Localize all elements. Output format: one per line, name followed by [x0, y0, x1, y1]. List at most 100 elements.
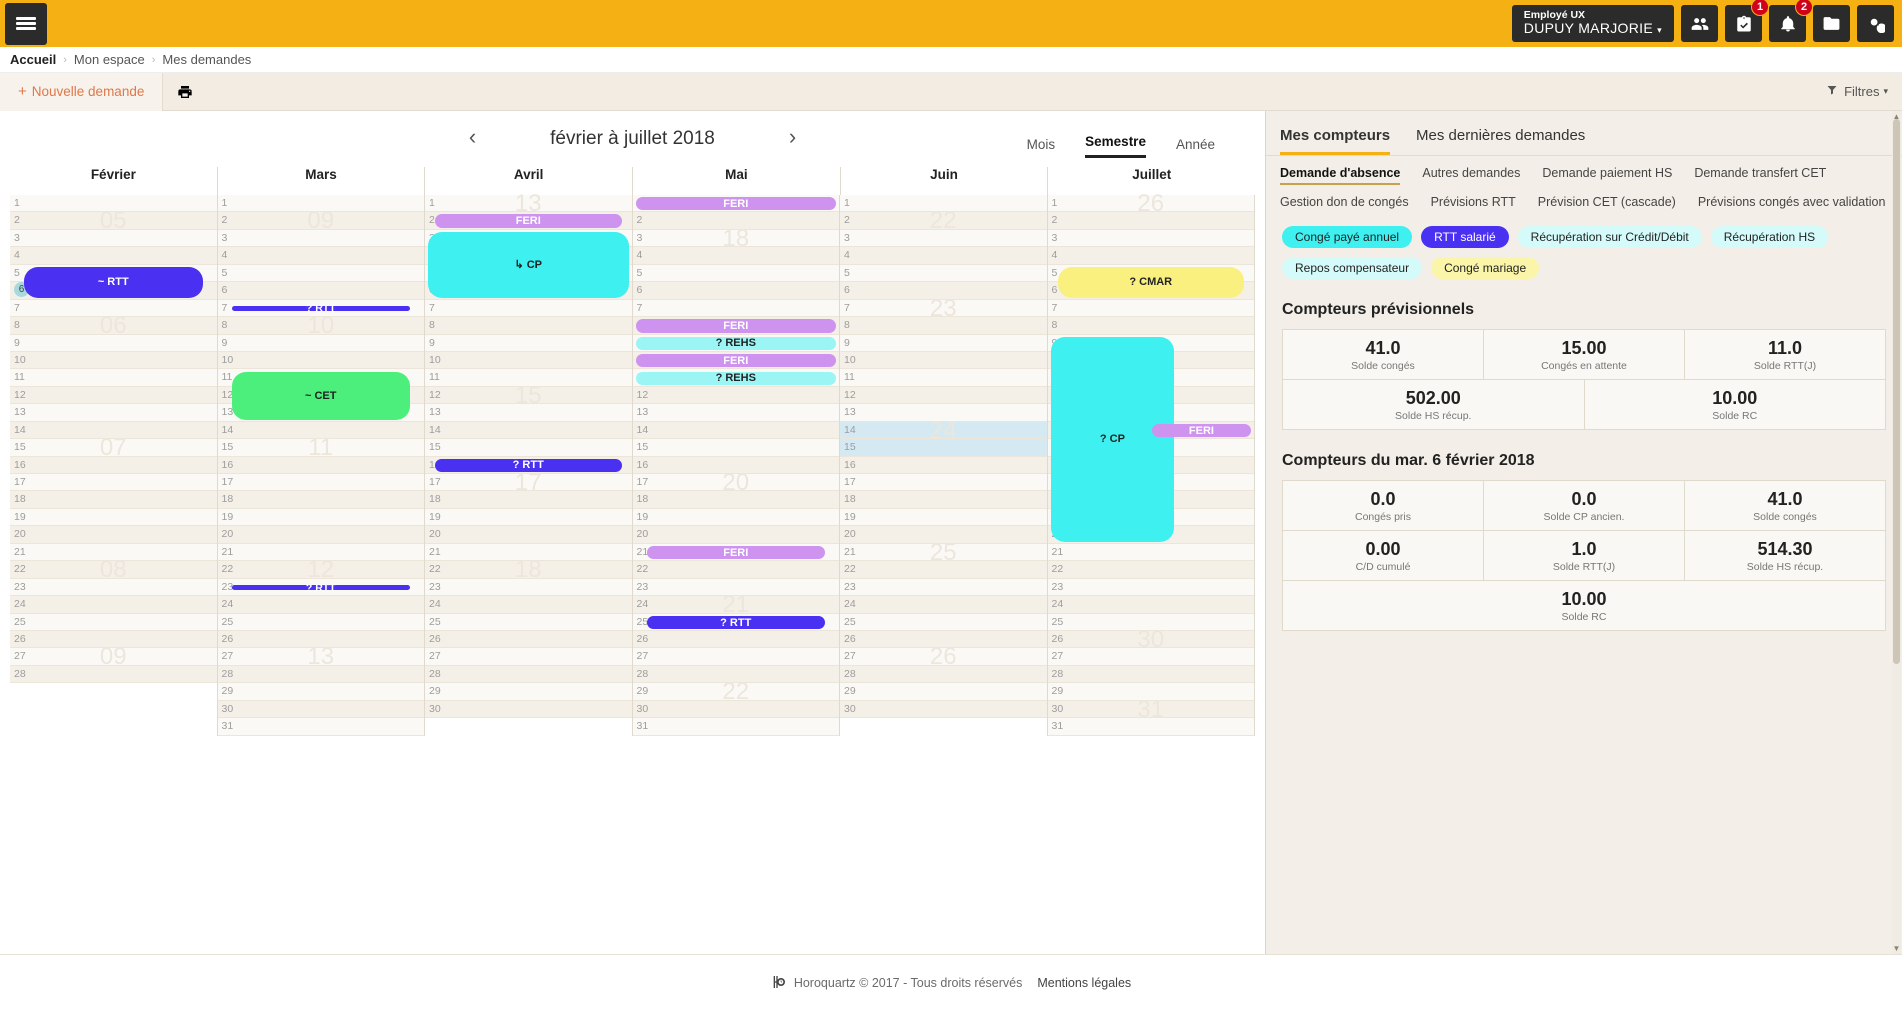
- day-cell[interactable]: 7: [633, 300, 840, 317]
- scrollbar-thumb[interactable]: [1893, 119, 1900, 664]
- day-cell[interactable]: 14: [218, 422, 425, 439]
- day-cell[interactable]: 10: [10, 352, 217, 369]
- day-cell[interactable]: 24: [840, 596, 1047, 613]
- day-cell[interactable]: 3: [218, 230, 425, 247]
- folder-icon[interactable]: [1813, 5, 1850, 42]
- day-cell[interactable]: 13: [10, 404, 217, 421]
- day-cell[interactable]: 1: [840, 195, 1047, 212]
- day-cell[interactable]: 21: [10, 544, 217, 561]
- day-cell[interactable]: 3: [10, 230, 217, 247]
- day-cell[interactable]: 1511: [218, 439, 425, 456]
- day-cell[interactable]: 5: [840, 265, 1047, 282]
- day-cell[interactable]: 20: [218, 526, 425, 543]
- day-cell[interactable]: 26: [425, 631, 632, 648]
- clipboard-check-icon[interactable]: 1: [1725, 5, 1762, 42]
- day-cell[interactable]: 17: [10, 474, 217, 491]
- day-cell[interactable]: 318: [633, 230, 840, 247]
- day-cell[interactable]: 24: [425, 596, 632, 613]
- legend-pill[interactable]: Récupération HS: [1711, 226, 1828, 248]
- day-cell[interactable]: 5: [633, 265, 840, 282]
- day-cell[interactable]: 7: [425, 300, 632, 317]
- day-cell[interactable]: 25: [425, 614, 632, 631]
- day-cell[interactable]: 5: [218, 265, 425, 282]
- day-cell[interactable]: 16: [10, 457, 217, 474]
- scroll-down-arrow-icon[interactable]: ▼: [1892, 944, 1901, 953]
- day-cell[interactable]: 2208: [10, 561, 217, 578]
- day-cell[interactable]: 25: [218, 614, 425, 631]
- day-cell[interactable]: 23: [10, 579, 217, 596]
- new-request-button[interactable]: + Nouvelle demande: [0, 73, 163, 111]
- day-cell[interactable]: 28: [1048, 666, 1255, 683]
- day-cell[interactable]: 27: [1048, 648, 1255, 665]
- panel-subtab[interactable]: Demande paiement HS: [1542, 166, 1672, 185]
- panel-tab-compteurs[interactable]: Mes compteurs: [1280, 127, 1390, 155]
- day-cell[interactable]: 8: [1048, 317, 1255, 334]
- day-cell[interactable]: 23: [633, 579, 840, 596]
- day-cell[interactable]: 11: [10, 369, 217, 386]
- day-cell[interactable]: 6: [840, 282, 1047, 299]
- day-cell[interactable]: 30: [218, 701, 425, 718]
- panel-subtab[interactable]: Prévision CET (cascade): [1538, 195, 1676, 212]
- day-cell[interactable]: 1717: [425, 474, 632, 491]
- panel-subtab[interactable]: Demande d'absence: [1280, 166, 1400, 185]
- panel-subtab[interactable]: Autres demandes: [1422, 166, 1520, 185]
- day-cell[interactable]: 4: [840, 247, 1047, 264]
- day-cell[interactable]: 3: [1048, 230, 1255, 247]
- bell-icon[interactable]: 2: [1769, 5, 1806, 42]
- day-cell[interactable]: 15: [633, 439, 840, 456]
- day-cell[interactable]: 14: [10, 422, 217, 439]
- panel-subtab[interactable]: Prévisions RTT: [1431, 195, 1516, 212]
- day-cell[interactable]: 18: [10, 491, 217, 508]
- day-cell[interactable]: 1507: [10, 439, 217, 456]
- day-cell[interactable]: 19: [840, 509, 1047, 526]
- day-cell[interactable]: 16: [633, 457, 840, 474]
- day-cell[interactable]: 11: [840, 369, 1047, 386]
- day-cell[interactable]: 15: [840, 439, 1047, 456]
- day-cell[interactable]: 2630: [1048, 631, 1255, 648]
- day-cell[interactable]: 21: [1048, 544, 1255, 561]
- calendar-event[interactable]: ↳ CP: [428, 232, 629, 298]
- day-cell[interactable]: 27: [633, 648, 840, 665]
- day-cell[interactable]: 4: [218, 247, 425, 264]
- day-cell[interactable]: 29: [218, 683, 425, 700]
- day-cell[interactable]: 14: [633, 422, 840, 439]
- day-cell[interactable]: 20: [633, 526, 840, 543]
- search-icon[interactable]: [1857, 5, 1894, 42]
- day-cell[interactable]: 13: [425, 404, 632, 421]
- day-cell[interactable]: 10: [425, 352, 632, 369]
- view-tab-mois[interactable]: Mois: [1027, 137, 1056, 158]
- day-cell-empty[interactable]: [10, 683, 217, 700]
- day-cell[interactable]: 9: [425, 335, 632, 352]
- legend-pill[interactable]: Congé payé annuel: [1282, 226, 1412, 248]
- day-cell[interactable]: 1424: [840, 422, 1047, 439]
- day-cell[interactable]: 26: [840, 631, 1047, 648]
- day-cell[interactable]: 1: [10, 195, 217, 212]
- day-cell[interactable]: 18: [840, 491, 1047, 508]
- day-cell[interactable]: 27: [425, 648, 632, 665]
- day-cell[interactable]: 9: [840, 335, 1047, 352]
- day-cell[interactable]: 26: [218, 631, 425, 648]
- day-cell[interactable]: 24: [1048, 596, 1255, 613]
- day-cell[interactable]: 4: [633, 247, 840, 264]
- next-period-button[interactable]: ›: [773, 126, 813, 152]
- day-cell[interactable]: 19: [633, 509, 840, 526]
- day-cell[interactable]: 15: [425, 439, 632, 456]
- day-cell[interactable]: 16: [218, 457, 425, 474]
- people-icon[interactable]: [1681, 5, 1718, 42]
- day-cell[interactable]: 19: [10, 509, 217, 526]
- calendar-event[interactable]: ? REHS: [636, 372, 837, 385]
- day-cell[interactable]: 31: [1048, 718, 1255, 735]
- day-cell-empty[interactable]: [10, 701, 217, 718]
- day-cell[interactable]: 1: [218, 195, 425, 212]
- day-cell[interactable]: 12: [840, 387, 1047, 404]
- day-cell[interactable]: 26: [633, 631, 840, 648]
- day-cell[interactable]: 18: [633, 491, 840, 508]
- day-cell[interactable]: 31: [633, 718, 840, 735]
- day-cell[interactable]: 23: [840, 579, 1047, 596]
- day-cell[interactable]: 28: [425, 666, 632, 683]
- day-cell[interactable]: 209: [218, 212, 425, 229]
- day-cell[interactable]: 25: [10, 614, 217, 631]
- day-cell[interactable]: 19: [425, 509, 632, 526]
- day-cell[interactable]: 2421: [633, 596, 840, 613]
- day-cell[interactable]: 30: [633, 701, 840, 718]
